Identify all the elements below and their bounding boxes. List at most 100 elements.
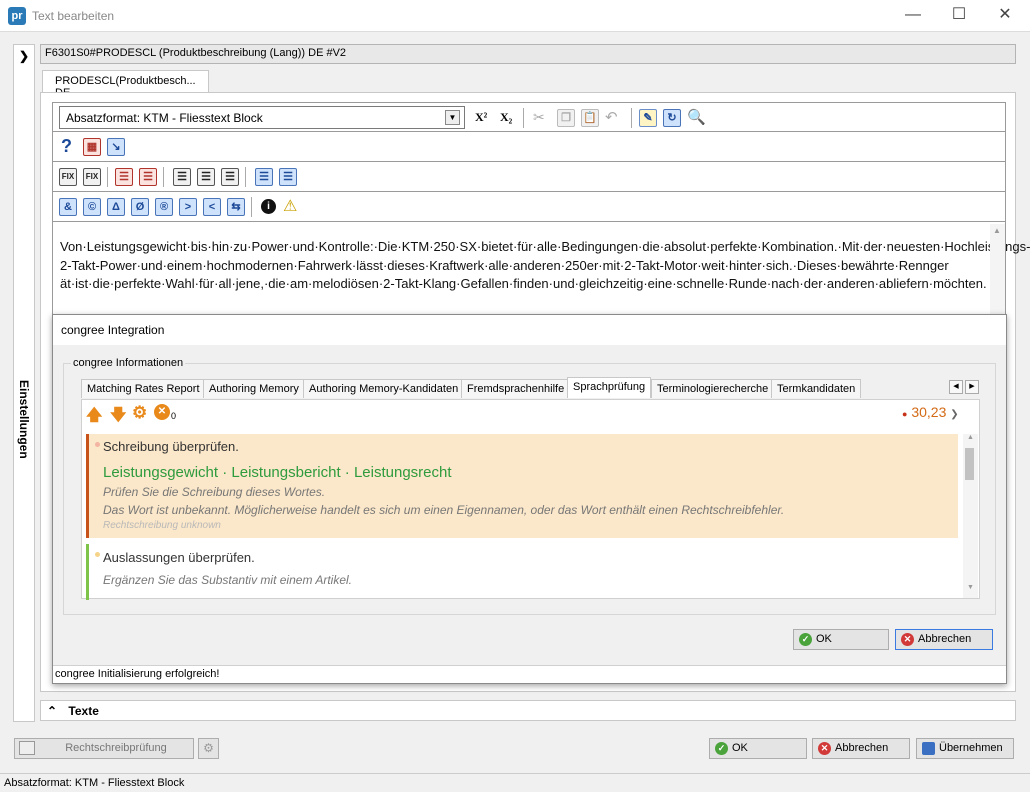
arrow-down-icon[interactable]: 🡇: [110, 404, 126, 431]
superscript-button[interactable]: X²: [475, 110, 487, 125]
status-bar: Absatzformat: KTM - Fliesstext Block: [0, 773, 1030, 792]
paste-icon[interactable]: 📋: [581, 109, 599, 127]
copy-icon[interactable]: ❐: [557, 109, 575, 127]
tab-authoring-memory[interactable]: Authoring Memory: [203, 379, 305, 398]
delta-button[interactable]: Δ: [107, 198, 125, 216]
texte-section[interactable]: ⌃ Texte: [40, 700, 1016, 721]
copyright-button[interactable]: ©: [83, 198, 101, 216]
warning-icon[interactable]: ⚠: [283, 196, 297, 216]
tab-matching-rates-report[interactable]: Matching Rates Report: [81, 379, 206, 398]
paragraph-format-select[interactable]: Absatzformat: KTM - Fliesstext Block: [59, 106, 465, 129]
issue-hint: Prüfen Sie die Schreibung dieses Wortes.: [103, 485, 326, 499]
greater-than-button[interactable]: >: [179, 198, 197, 216]
chevron-down-icon[interactable]: ▼: [445, 110, 460, 125]
issue-suggestions[interactable]: Leistungsgewicht · Leistungsbericht · Le…: [103, 464, 452, 481]
congree-ok-label: OK: [816, 633, 832, 645]
ampersand-button[interactable]: &: [59, 198, 77, 216]
cut-icon[interactable]: ✂: [533, 109, 545, 126]
list-numbered-icon[interactable]: ☰: [197, 168, 215, 186]
subscript-button[interactable]: X₂: [500, 110, 512, 125]
editor-scrollbar[interactable]: ▲: [990, 224, 1005, 314]
book-icon: [19, 741, 35, 755]
document-export-icon[interactable]: ↘: [107, 138, 125, 156]
list-red-numbered-icon[interactable]: ☰: [139, 168, 157, 186]
list-blue-numbered-icon[interactable]: ☰: [279, 168, 297, 186]
tab-sprachpruefung[interactable]: Sprachprüfung: [567, 377, 652, 398]
maximize-icon[interactable]: ☐: [944, 4, 974, 26]
spellcheck-label: Rechtschreibprüfung: [65, 742, 167, 754]
spellcheck-button[interactable]: Rechtschreibprüfung: [14, 738, 194, 759]
tab-termkandidaten[interactable]: Termkandidaten: [771, 379, 862, 398]
chevron-up-icon[interactable]: ▲: [993, 226, 1001, 235]
close-icon[interactable]: ✕: [990, 4, 1020, 26]
spellcheck-settings-icon[interactable]: ⚙: [198, 738, 219, 759]
toolbar-separator: [107, 167, 108, 187]
object-path: F6301S0#PRODESCL (Produktbeschreibung (L…: [40, 44, 1016, 64]
search-icon[interactable]: 🔍: [687, 108, 706, 126]
score-value: 30,23: [911, 404, 947, 420]
quality-score[interactable]: ● 30,23 ❯: [902, 404, 959, 420]
tab-fremdsprachenhilfe[interactable]: Fremdsprachenhilfe: [461, 379, 571, 398]
chevron-up-icon[interactable]: ▲: [967, 434, 974, 441]
apply-button[interactable]: Übernehmen: [916, 738, 1014, 759]
issue-hint: Ergänzen Sie das Substantiv mit einem Ar…: [103, 573, 353, 587]
congree-dialog: congree Integration congree Informatione…: [52, 314, 1007, 684]
issues-scrollbar[interactable]: ▲ ▼: [963, 434, 978, 598]
texte-label: Texte: [68, 704, 99, 718]
save-icon: [922, 742, 935, 755]
diameter-button[interactable]: Ø: [131, 198, 149, 216]
list-blue-icon[interactable]: ☰: [255, 168, 273, 186]
list-red-icon[interactable]: ☰: [115, 168, 133, 186]
issue-dot-icon: [95, 442, 100, 447]
list-icon[interactable]: ☰: [173, 168, 191, 186]
registered-button[interactable]: ®: [155, 198, 173, 216]
editor-text[interactable]: Von·Leistungsgewicht·bis·hin·zu·Power·un…: [60, 238, 1030, 294]
congree-ok-button[interactable]: ✓ OK: [793, 629, 889, 650]
congree-cancel-label: Abbrechen: [918, 633, 972, 645]
cancel-button[interactable]: ✕ Abbrechen: [812, 738, 910, 759]
tab-next-icon[interactable]: ▶: [965, 380, 979, 394]
fix-button-2[interactable]: FIX: [83, 168, 101, 186]
arrow-up-icon[interactable]: 🡅: [86, 404, 102, 431]
swap-button[interactable]: ⇆: [227, 198, 245, 216]
issue-title: Auslassungen überprüfen.: [103, 550, 255, 565]
issue-rule: Rechtschreibung unknown: [103, 520, 221, 531]
scroll-thumb[interactable]: [965, 448, 974, 480]
apply-label: Übernehmen: [939, 742, 1003, 754]
sprachpruefung-panel: 🡅 🡇 ⚙ ✕ 0 ● 30,23 ❯ Schreibung überprüfe…: [81, 399, 980, 600]
chevron-down-icon[interactable]: ▼: [967, 584, 974, 591]
toolbar-separator: [163, 167, 164, 187]
minimize-icon[interactable]: —: [898, 4, 928, 26]
settings-label: Einstellungen: [17, 380, 31, 459]
paragraph-format-value: Absatzformat: KTM - Fliesstext Block: [66, 111, 263, 125]
fix-button-1[interactable]: FIX: [59, 168, 77, 186]
refresh-icon[interactable]: ↻: [663, 109, 681, 127]
tab-terminologierecherche[interactable]: Terminologierecherche: [651, 379, 775, 398]
congree-group-label: congree Informationen: [71, 357, 186, 369]
toolbar-separator: [245, 167, 246, 187]
info-icon[interactable]: i: [261, 199, 276, 214]
ok-button[interactable]: ✓ OK: [709, 738, 807, 759]
tab-authoring-memory-kandidaten[interactable]: Authoring Memory-Kandidaten: [303, 379, 465, 398]
title-bar: pr Text bearbeiten — ☐ ✕: [0, 0, 1030, 32]
congree-cancel-button[interactable]: ✕ Abbrechen: [895, 629, 993, 650]
toolbar-separator: [631, 108, 632, 128]
app-icon: pr: [8, 7, 26, 25]
error-icon[interactable]: ✕: [154, 404, 170, 420]
edit-icon[interactable]: ✎: [639, 109, 657, 127]
issue-spelling[interactable]: Schreibung überprüfen. Leistungsgewicht …: [86, 434, 958, 538]
gear-icon[interactable]: ⚙: [132, 403, 147, 423]
help-icon[interactable]: ?: [61, 136, 72, 157]
issue-dot-icon: [95, 552, 100, 557]
issue-omission[interactable]: Auslassungen überprüfen. Ergänzen Sie da…: [86, 544, 958, 600]
settings-sidebar[interactable]: ❯ Einstellungen: [13, 44, 35, 722]
tab-prodescl[interactable]: PRODESCL(Produktbesch... DE: [42, 70, 209, 99]
toolbar-row-lists: FIX FIX ☰ ☰ ☰ ☰ ☰ ☰ ☰: [52, 162, 1006, 192]
list-indent-icon[interactable]: ☰: [221, 168, 239, 186]
toolbar-row-symbols: & © Δ Ø ® > < ⇆ i ⚠: [52, 192, 1006, 222]
document-red-icon[interactable]: ▦: [83, 138, 101, 156]
less-than-button[interactable]: <: [203, 198, 221, 216]
undo-icon[interactable]: ↶: [605, 108, 618, 126]
chevron-right-icon[interactable]: ❯: [14, 49, 34, 63]
tab-prev-icon[interactable]: ◀: [949, 380, 963, 394]
